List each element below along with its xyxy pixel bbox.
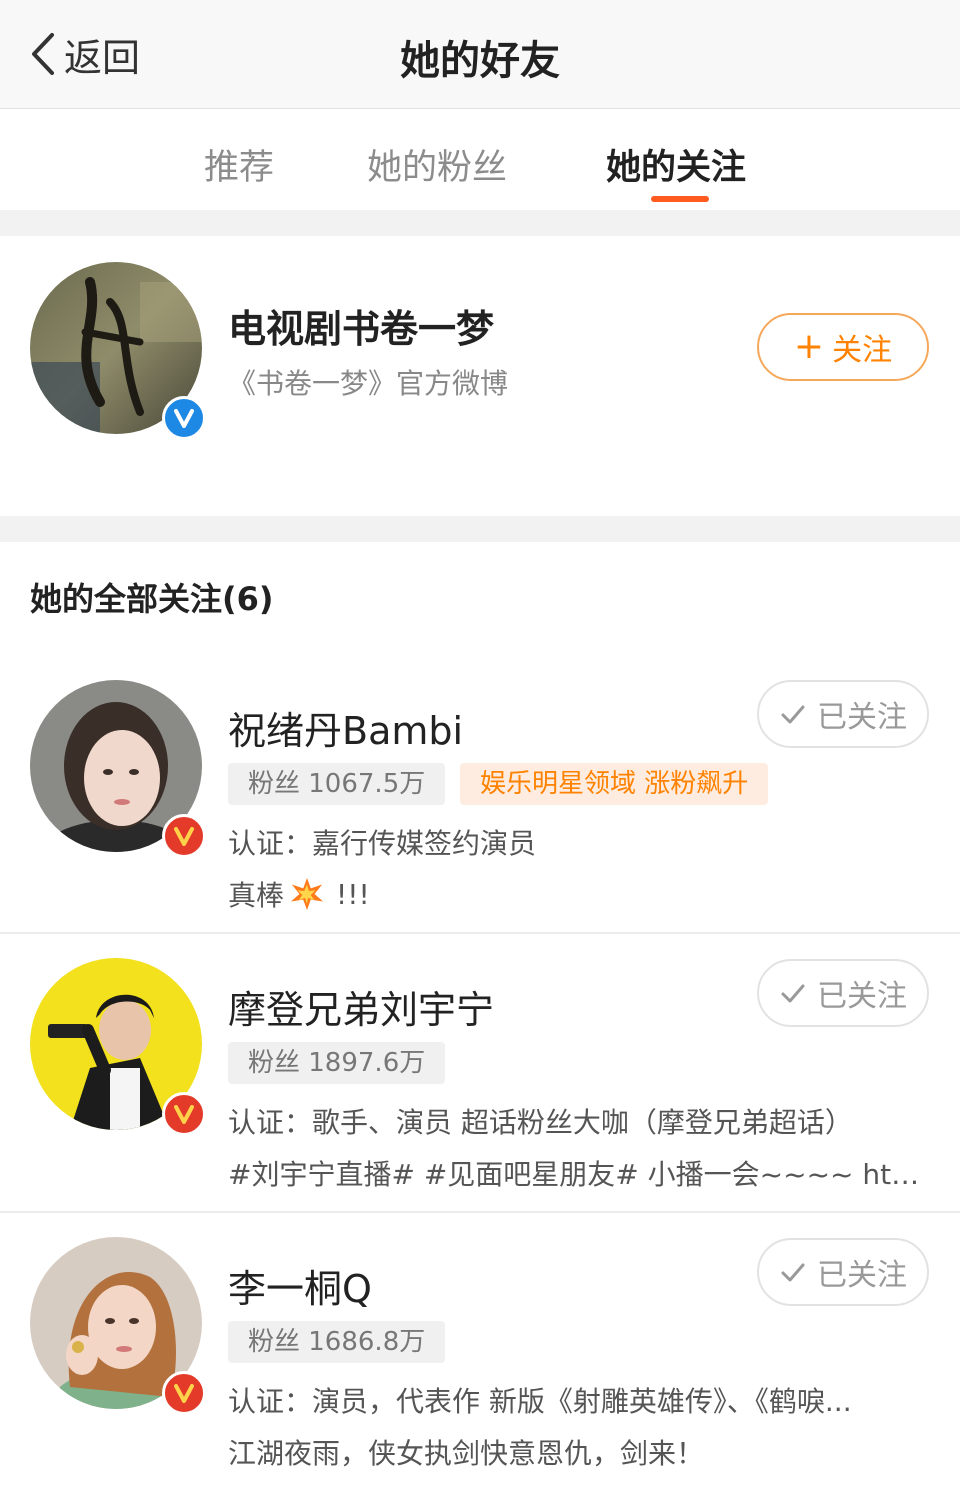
bio-text: #刘宇宁直播# #见面吧星朋友# 小播一会~~~~ htt... (228, 1158, 928, 1191)
tab-bar: 推荐 她的粉丝 她的关注 (0, 109, 960, 210)
featured-description: 《书卷一梦》官方微博 (228, 367, 509, 400)
trending-tag[interactable]: 娱乐明星领域 涨粉飙升 (460, 763, 769, 805)
divider (0, 516, 960, 542)
row-divider (0, 1211, 960, 1213)
fans-count-badge: 粉丝 1897.6万 (228, 1042, 446, 1084)
user-name[interactable]: 李一桐Q (228, 1258, 372, 1313)
verified-gold-icon (162, 1092, 206, 1136)
user-name[interactable]: 祝绪丹Bambi (228, 700, 463, 755)
follow-button[interactable]: + 关注 (757, 313, 929, 381)
followed-button[interactable]: 已关注 (757, 959, 929, 1027)
user-name[interactable]: 摩登兄弟刘宇宁 (228, 979, 494, 1034)
bio-text: 真棒 (228, 879, 285, 912)
follow-label: 关注 (832, 333, 893, 368)
tab-recommend[interactable]: 推荐 (204, 139, 274, 190)
row-divider (0, 932, 960, 934)
tab-her-following[interactable]: 她的关注 (606, 139, 746, 190)
followed-label: 已关注 (817, 700, 907, 735)
verify-text: 认证：歌手、演员 超话粉丝大咖（摩登兄弟超话） (228, 1106, 853, 1139)
page-title: 她的好友 (400, 38, 560, 84)
check-icon (781, 984, 805, 1003)
followed-button[interactable]: 已关注 (757, 680, 929, 748)
active-tab-indicator (651, 196, 709, 202)
bio-line: 真棒 !!! (228, 874, 908, 914)
fans-count-badge: 粉丝 1067.5万 (228, 763, 446, 805)
verified-gold-icon (162, 1371, 206, 1415)
verified-gold-icon (162, 814, 206, 858)
bio-suffix: !!! (336, 877, 370, 911)
divider (0, 210, 960, 236)
tab-her-fans[interactable]: 她的粉丝 (367, 139, 507, 190)
featured-name[interactable]: 电视剧书卷一梦 (228, 298, 494, 353)
verified-blue-icon (162, 396, 206, 440)
bio-text: 江湖夜雨，侠女执剑快意恩仇，剑来！ (228, 1437, 705, 1470)
followed-label: 已关注 (817, 1258, 907, 1293)
fans-count-badge: 粉丝 1686.8万 (228, 1321, 446, 1363)
verify-text: 认证：演员，代表作 新版《射雕英雄传》、《鹤唳... (228, 1385, 852, 1418)
nav-bar: 返回 她的好友 (0, 0, 960, 109)
verify-text: 认证：嘉行传媒签约演员 (228, 827, 537, 860)
followed-label: 已关注 (817, 979, 907, 1014)
followed-button[interactable]: 已关注 (757, 1238, 929, 1306)
check-icon (781, 705, 805, 724)
plus-icon: + (793, 326, 825, 367)
explosion-emoji-icon (290, 877, 324, 911)
check-icon (781, 1263, 805, 1282)
section-title: 她的全部关注(6) (30, 580, 274, 618)
